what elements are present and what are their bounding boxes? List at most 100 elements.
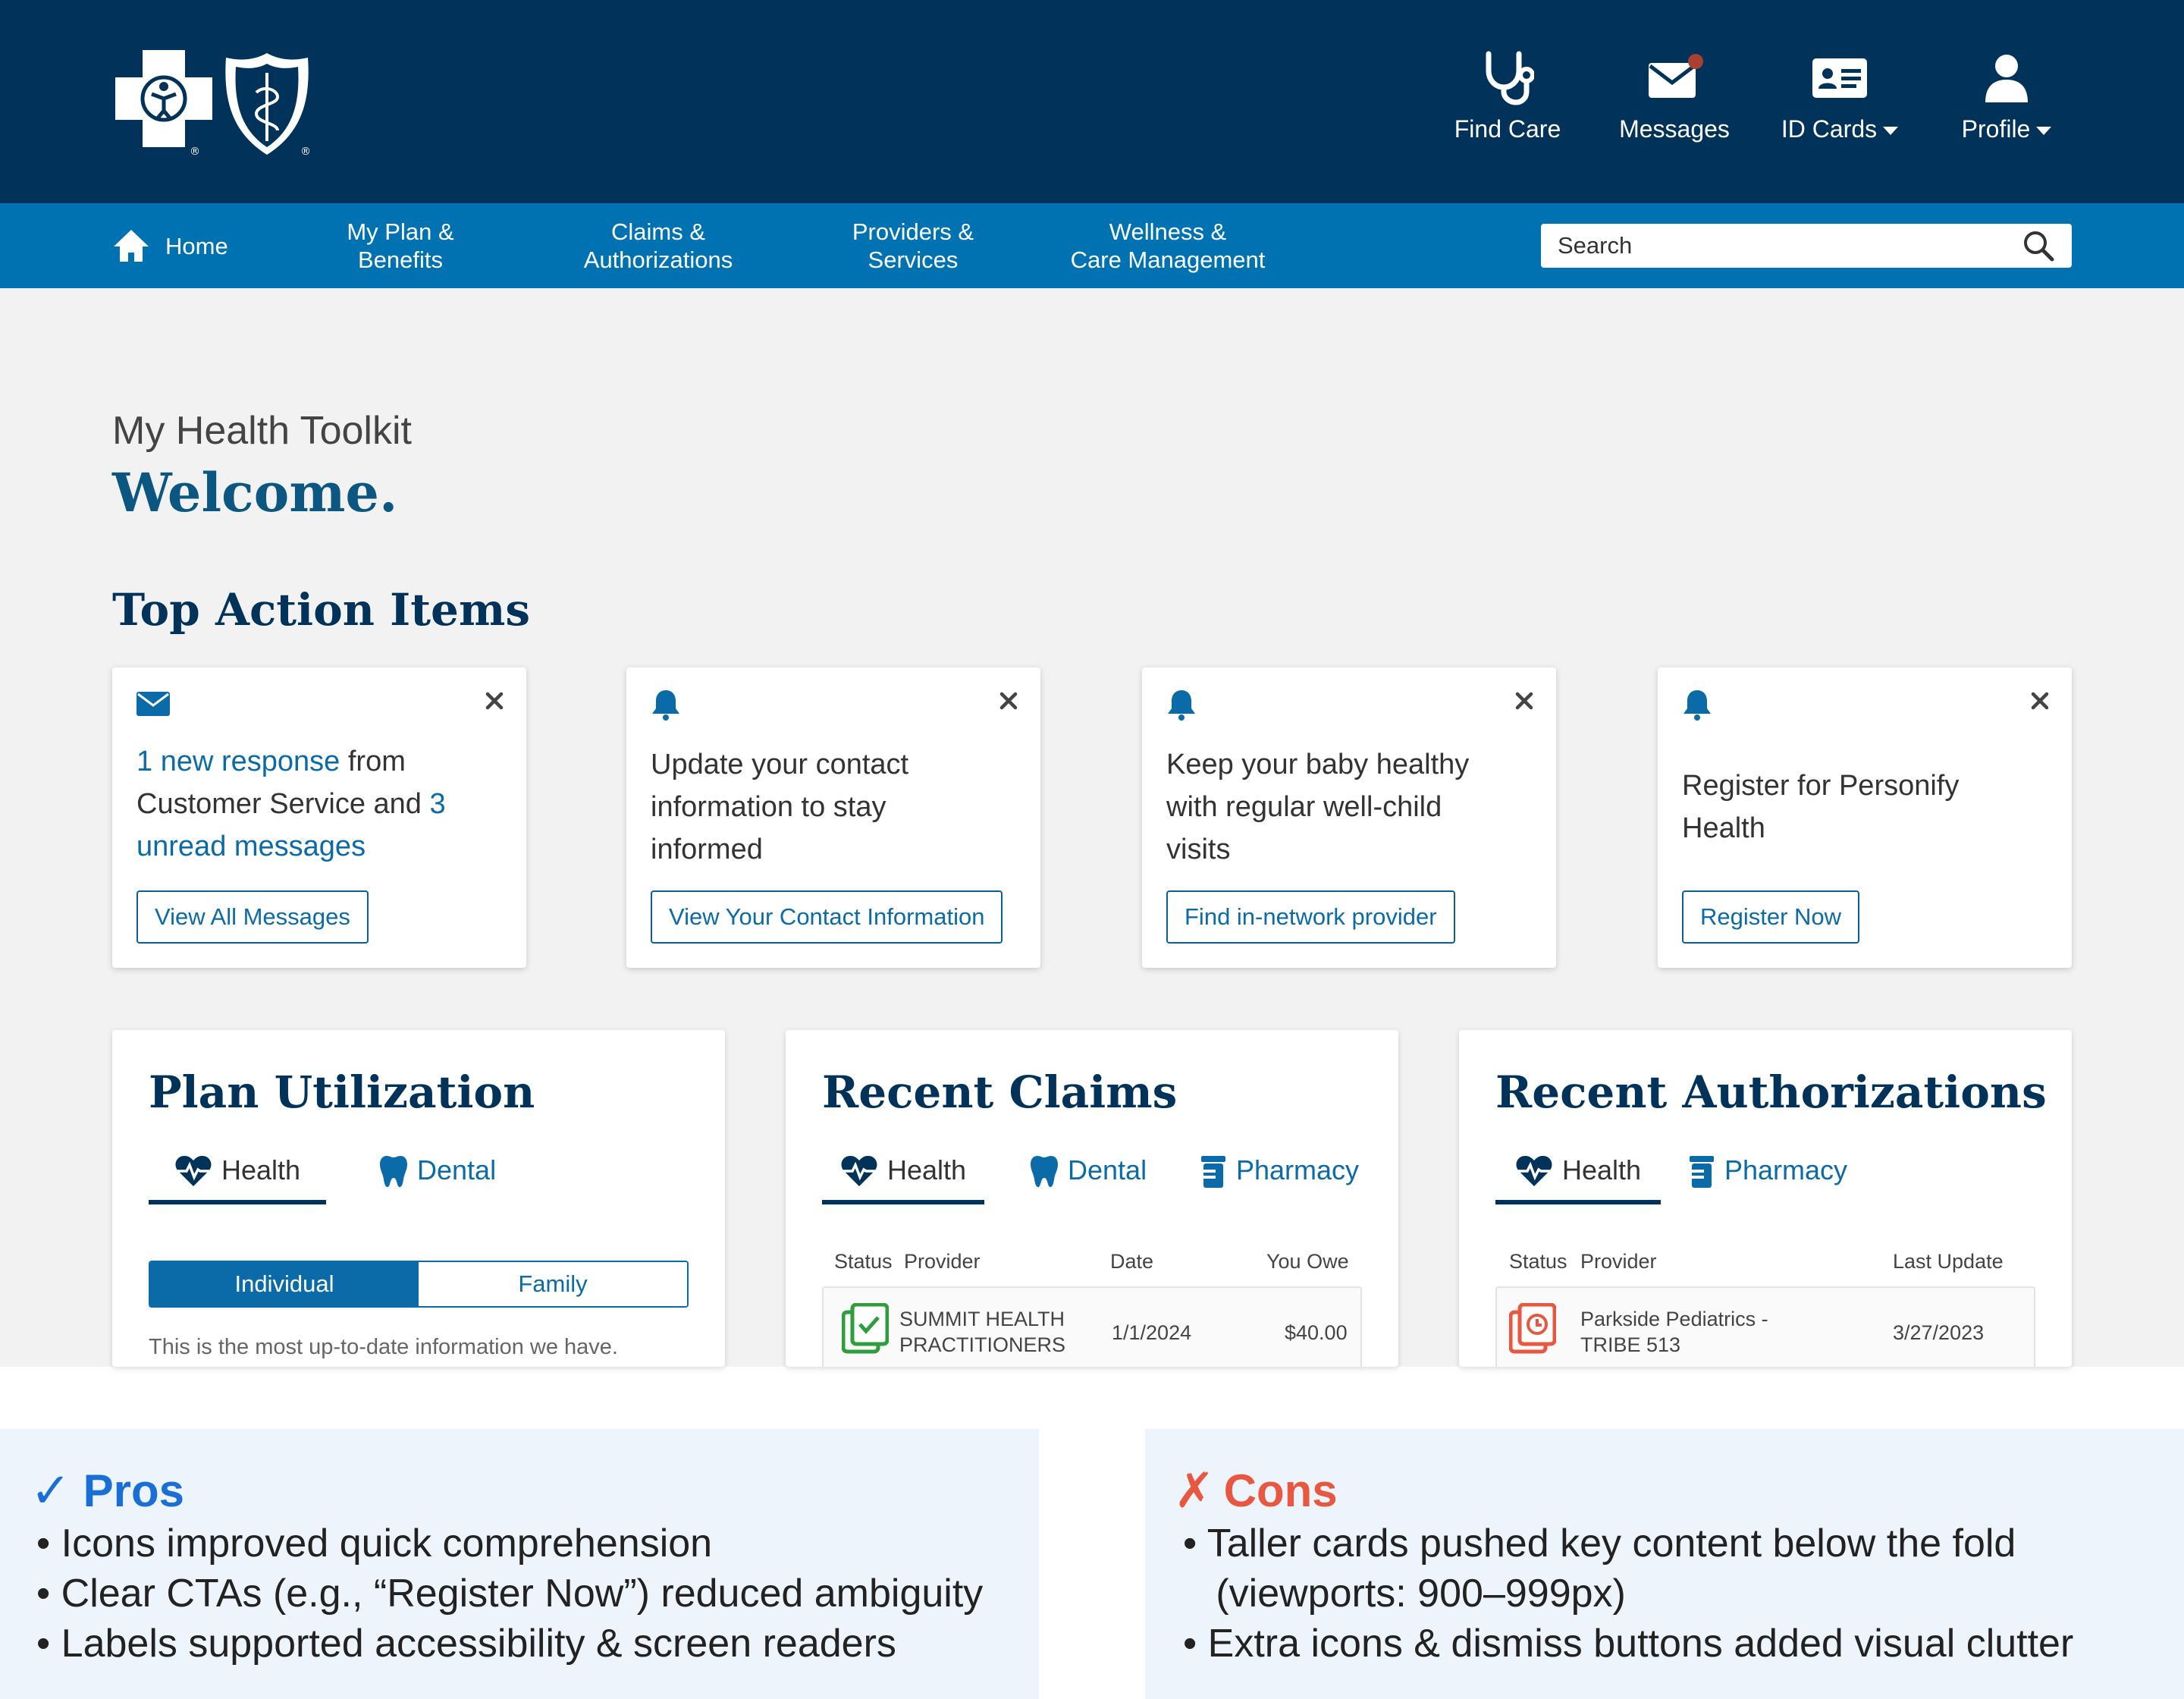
bcbs-logo[interactable]: ® ® <box>112 47 317 158</box>
tab-label: Pharmacy <box>1236 1154 1360 1186</box>
tab-label: Pharmacy <box>1724 1154 1848 1186</box>
provider-name: TRIBE 513 <box>1580 1333 1681 1356</box>
list-item: • Clear CTAs (e.g., “Register Now”) redu… <box>36 1572 984 1616</box>
tab-dental[interactable]: Dental <box>1030 1154 1147 1204</box>
id-cards-button[interactable]: ID Cards <box>1764 47 1916 143</box>
tab-dental[interactable]: Dental <box>379 1154 496 1204</box>
table-row[interactable]: Parkside Pediatrics - TRIBE 513 3/27/2023 <box>1495 1286 2035 1367</box>
tab-pharmacy[interactable]: Pharmacy <box>1688 1154 1847 1204</box>
find-care-label: Find Care <box>1454 115 1561 143</box>
plan-utilization-panel: Plan Utilization Health Dental Individua… <box>112 1030 725 1367</box>
check-icon: ✓ <box>30 1463 71 1518</box>
recent-claims-panel: Recent Claims Health Dental Pharmacy Sta… <box>786 1030 1398 1367</box>
id-cards-label: ID Cards <box>1764 115 1916 143</box>
find-care-button[interactable]: Find Care <box>1432 47 1583 143</box>
tab-health[interactable]: Health <box>149 1154 327 1204</box>
pill-bottle-icon <box>1688 1154 1715 1189</box>
x-mark-icon: ✗ <box>1174 1463 1215 1518</box>
heartbeat-icon <box>174 1154 212 1188</box>
nav-label-line: Services <box>868 247 959 273</box>
action-text: Keep your baby healthy with regular well… <box>1166 749 1470 865</box>
tab-pharmacy[interactable]: Pharmacy <box>1200 1154 1359 1204</box>
close-icon[interactable] <box>2029 690 2051 711</box>
nav-label-line: My Plan & <box>347 218 454 245</box>
panel-title: Plan Utilization <box>149 1066 535 1118</box>
view-contact-info-button[interactable]: View Your Contact Information <box>651 890 1003 944</box>
find-in-network-provider-button[interactable]: Find in-network provider <box>1166 890 1455 944</box>
nav-my-plan-benefits[interactable]: My Plan & Benefits <box>317 203 484 288</box>
heartbeat-icon <box>1515 1154 1553 1188</box>
provider-name: SUMMIT HEALTH <box>899 1308 1065 1330</box>
action-card-personify: Register for Personify Health Register N… <box>1658 667 2072 968</box>
action-card-well-child: Keep your baby healthy with regular well… <box>1142 667 1556 968</box>
column-header: Status <box>1509 1250 1567 1273</box>
column-header: Status <box>834 1250 893 1273</box>
caret-down-icon <box>1883 127 1899 136</box>
envelope-icon <box>1599 47 1750 109</box>
register-now-button[interactable]: Register Now <box>1682 890 1860 944</box>
svg-text:®: ® <box>190 146 200 158</box>
tab-label: Dental <box>1068 1154 1147 1186</box>
nav-home-label: Home <box>165 232 228 259</box>
list-item: • Taller cards pushed key content below … <box>1183 1522 2016 1566</box>
view-all-messages-button[interactable]: View All Messages <box>136 890 369 944</box>
nav-label-line: Wellness & <box>1109 218 1227 245</box>
nav-wellness-care-management[interactable]: Wellness & Care Management <box>1062 203 1274 288</box>
bell-icon <box>1166 689 1197 724</box>
action-card-contact-info: Update your contact information to stay … <box>626 667 1040 968</box>
envelope-icon <box>136 692 170 720</box>
coverage-toggle: Individual Family <box>149 1261 689 1308</box>
table-row[interactable]: SUMMIT HEALTH PRACTITIONERS 1/1/2024 $40.… <box>822 1286 1362 1367</box>
nav-label-line: Claims & <box>610 218 705 245</box>
close-icon[interactable] <box>998 690 1019 711</box>
tab-label: Dental <box>417 1154 497 1186</box>
tab-health[interactable]: Health <box>822 1154 985 1204</box>
search-input[interactable] <box>1558 232 2013 259</box>
column-header: Provider <box>904 1250 981 1273</box>
tab-label: Health <box>221 1154 301 1186</box>
bell-icon <box>651 689 681 724</box>
column-header: Date <box>1110 1250 1154 1273</box>
tab-label: Health <box>887 1154 967 1186</box>
nav-providers-services[interactable]: Providers & Services <box>822 203 1004 288</box>
stethoscope-icon <box>1432 47 1583 109</box>
pill-bottle-icon <box>1200 1154 1227 1189</box>
nav-home[interactable]: Home <box>112 203 256 288</box>
info-note: This is the most up-to-date information … <box>149 1335 618 1359</box>
cons-panel: ✗ Cons • Taller cards pushed key content… <box>1145 1429 2184 1699</box>
amount-owed: $40.00 <box>1285 1321 1348 1344</box>
action-text: Register for Personify Health <box>1682 770 1960 844</box>
panel-title: Recent Claims <box>822 1066 1178 1118</box>
svg-text:®: ® <box>300 146 311 158</box>
section-title: Top Action Items <box>112 584 530 636</box>
nav-label-line: Providers & <box>852 218 974 245</box>
profile-button[interactable]: Profile <box>1931 47 2082 143</box>
auth-status-icon <box>1508 1302 1557 1358</box>
nav-label-line: Care Management <box>1070 247 1266 273</box>
profile-label: Profile <box>1931 115 2082 143</box>
tooth-icon <box>1030 1154 1059 1188</box>
messages-button[interactable]: Messages <box>1599 47 1750 143</box>
list-item: (viewports: 900–999px) <box>1183 1572 1626 1616</box>
heartbeat-icon <box>840 1154 878 1188</box>
top-header: ® ® Find Care Messages ID Cards Profile <box>0 0 2184 203</box>
list-item: • Extra icons & dismiss buttons added vi… <box>1183 1622 2074 1666</box>
family-toggle[interactable]: Family <box>419 1262 687 1306</box>
column-header: Last Update <box>1893 1250 2004 1273</box>
provider-name: PRACTITIONERS <box>899 1333 1066 1356</box>
cons-title: ✗ Cons <box>1174 1462 1338 1519</box>
close-icon[interactable] <box>484 690 505 711</box>
close-icon[interactable] <box>1514 690 1535 711</box>
recent-authorizations-panel: Recent Authorizations Health Pharmacy St… <box>1459 1030 2072 1367</box>
column-header: Provider <box>1580 1250 1657 1273</box>
search-icon[interactable] <box>2022 229 2055 262</box>
new-response-link[interactable]: 1 new response <box>136 746 340 777</box>
individual-toggle[interactable]: Individual <box>150 1262 419 1306</box>
pros-heading: Pros <box>83 1465 185 1516</box>
tab-health[interactable]: Health <box>1495 1154 1662 1204</box>
nav-claims-authorizations[interactable]: Claims & Authorizations <box>560 203 757 288</box>
id-card-icon <box>1764 47 1916 109</box>
pros-title: ✓ Pros <box>30 1462 184 1519</box>
tooth-icon <box>379 1154 408 1188</box>
list-item: • Labels supported accessibility & scree… <box>36 1622 896 1666</box>
